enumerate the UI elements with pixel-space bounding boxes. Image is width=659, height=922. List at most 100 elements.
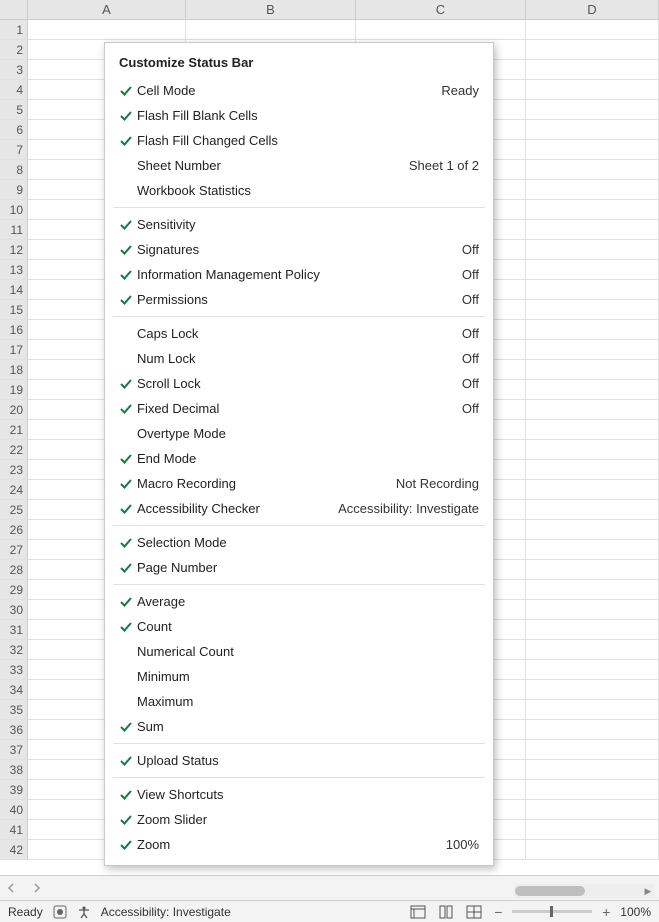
menu-item[interactable]: Sheet NumberSheet 1 of 2 — [105, 153, 493, 178]
grid-cell[interactable] — [526, 220, 659, 240]
grid-cell[interactable] — [356, 20, 526, 40]
row-header[interactable]: 35 — [0, 700, 28, 720]
zoom-level[interactable]: 100% — [620, 905, 651, 919]
zoom-slider[interactable] — [512, 910, 592, 913]
grid-cell[interactable] — [526, 320, 659, 340]
grid-cell[interactable] — [526, 520, 659, 540]
row-header[interactable]: 37 — [0, 740, 28, 760]
menu-item[interactable]: SignaturesOff — [105, 237, 493, 262]
grid-cell[interactable] — [526, 800, 659, 820]
row-header[interactable]: 3 — [0, 60, 28, 80]
row-header[interactable]: 28 — [0, 560, 28, 580]
grid-cell[interactable] — [526, 660, 659, 680]
row-header[interactable]: 6 — [0, 120, 28, 140]
grid-cell[interactable] — [28, 20, 186, 40]
row-header[interactable]: 30 — [0, 600, 28, 620]
accessibility-icon[interactable] — [77, 905, 91, 919]
column-header[interactable]: D — [526, 0, 659, 19]
menu-item[interactable]: Upload Status — [105, 748, 493, 773]
grid-cell[interactable] — [526, 760, 659, 780]
view-normal-icon[interactable] — [408, 904, 428, 920]
zoom-slider-knob[interactable] — [550, 906, 553, 917]
zoom-out-button[interactable]: − — [492, 904, 504, 920]
row-header[interactable]: 1 — [0, 20, 28, 40]
menu-item[interactable]: Overtype Mode — [105, 421, 493, 446]
row-header[interactable]: 20 — [0, 400, 28, 420]
menu-item[interactable]: Sensitivity — [105, 212, 493, 237]
menu-item[interactable]: Flash Fill Changed Cells — [105, 128, 493, 153]
column-header[interactable]: C — [356, 0, 526, 19]
menu-item[interactable]: View Shortcuts — [105, 782, 493, 807]
row-header[interactable]: 41 — [0, 820, 28, 840]
menu-item[interactable]: Minimum — [105, 664, 493, 689]
row-header[interactable]: 40 — [0, 800, 28, 820]
grid-cell[interactable] — [526, 340, 659, 360]
grid-cell[interactable] — [526, 440, 659, 460]
grid-cell[interactable] — [526, 560, 659, 580]
row-header[interactable]: 27 — [0, 540, 28, 560]
row-header[interactable]: 23 — [0, 460, 28, 480]
grid-cell[interactable] — [526, 780, 659, 800]
grid-cell[interactable] — [186, 20, 356, 40]
menu-item[interactable]: Information Management PolicyOff — [105, 262, 493, 287]
row-header[interactable]: 11 — [0, 220, 28, 240]
grid-cell[interactable] — [526, 240, 659, 260]
row-header[interactable]: 22 — [0, 440, 28, 460]
grid-cell[interactable] — [526, 620, 659, 640]
macro-record-icon[interactable] — [53, 905, 67, 919]
row-header[interactable]: 7 — [0, 140, 28, 160]
grid-cell[interactable] — [526, 700, 659, 720]
scroll-right-arrow-icon[interactable]: ▶ — [641, 884, 655, 898]
menu-item[interactable]: Workbook Statistics — [105, 178, 493, 203]
grid-cell[interactable] — [526, 180, 659, 200]
menu-item[interactable]: Scroll LockOff — [105, 371, 493, 396]
row-header[interactable]: 12 — [0, 240, 28, 260]
grid-cell[interactable] — [526, 280, 659, 300]
row-header[interactable]: 38 — [0, 760, 28, 780]
row-header[interactable]: 34 — [0, 680, 28, 700]
menu-item[interactable]: Zoom Slider — [105, 807, 493, 832]
grid-cell[interactable] — [526, 360, 659, 380]
grid-cell[interactable] — [526, 200, 659, 220]
row-header[interactable]: 10 — [0, 200, 28, 220]
grid-cell[interactable] — [526, 460, 659, 480]
row-header[interactable]: 24 — [0, 480, 28, 500]
menu-item[interactable]: Accessibility CheckerAccessibility: Inve… — [105, 496, 493, 521]
row-header[interactable]: 39 — [0, 780, 28, 800]
grid-cell[interactable] — [526, 480, 659, 500]
row-header[interactable]: 31 — [0, 620, 28, 640]
grid-cell[interactable] — [526, 60, 659, 80]
row-header[interactable]: 16 — [0, 320, 28, 340]
view-page-layout-icon[interactable] — [436, 904, 456, 920]
grid-cell[interactable] — [526, 20, 659, 40]
grid-cell[interactable] — [526, 580, 659, 600]
grid-cell[interactable] — [526, 820, 659, 840]
row-header[interactable]: 14 — [0, 280, 28, 300]
row-header[interactable]: 42 — [0, 840, 28, 860]
select-all-corner[interactable] — [0, 0, 28, 19]
menu-item[interactable]: End Mode — [105, 446, 493, 471]
grid-cell[interactable] — [526, 600, 659, 620]
column-header[interactable]: B — [186, 0, 356, 19]
row-header[interactable]: 9 — [0, 180, 28, 200]
grid-cell[interactable] — [526, 540, 659, 560]
menu-item[interactable]: Fixed DecimalOff — [105, 396, 493, 421]
row-header[interactable]: 13 — [0, 260, 28, 280]
row-header[interactable]: 26 — [0, 520, 28, 540]
grid-cell[interactable] — [526, 100, 659, 120]
grid-cell[interactable] — [526, 420, 659, 440]
horizontal-scrollbar[interactable]: ▶ — [515, 884, 655, 898]
grid-cell[interactable] — [526, 500, 659, 520]
grid-cell[interactable] — [526, 160, 659, 180]
status-accessibility[interactable]: Accessibility: Investigate — [101, 905, 231, 919]
row-header[interactable]: 29 — [0, 580, 28, 600]
menu-item[interactable]: Flash Fill Blank Cells — [105, 103, 493, 128]
menu-item[interactable]: Macro RecordingNot Recording — [105, 471, 493, 496]
menu-item[interactable]: Average — [105, 589, 493, 614]
grid-cell[interactable] — [526, 300, 659, 320]
menu-item[interactable]: Numerical Count — [105, 639, 493, 664]
menu-item[interactable]: Cell ModeReady — [105, 78, 493, 103]
grid-cell[interactable] — [526, 840, 659, 860]
row-header[interactable]: 36 — [0, 720, 28, 740]
row-header[interactable]: 15 — [0, 300, 28, 320]
